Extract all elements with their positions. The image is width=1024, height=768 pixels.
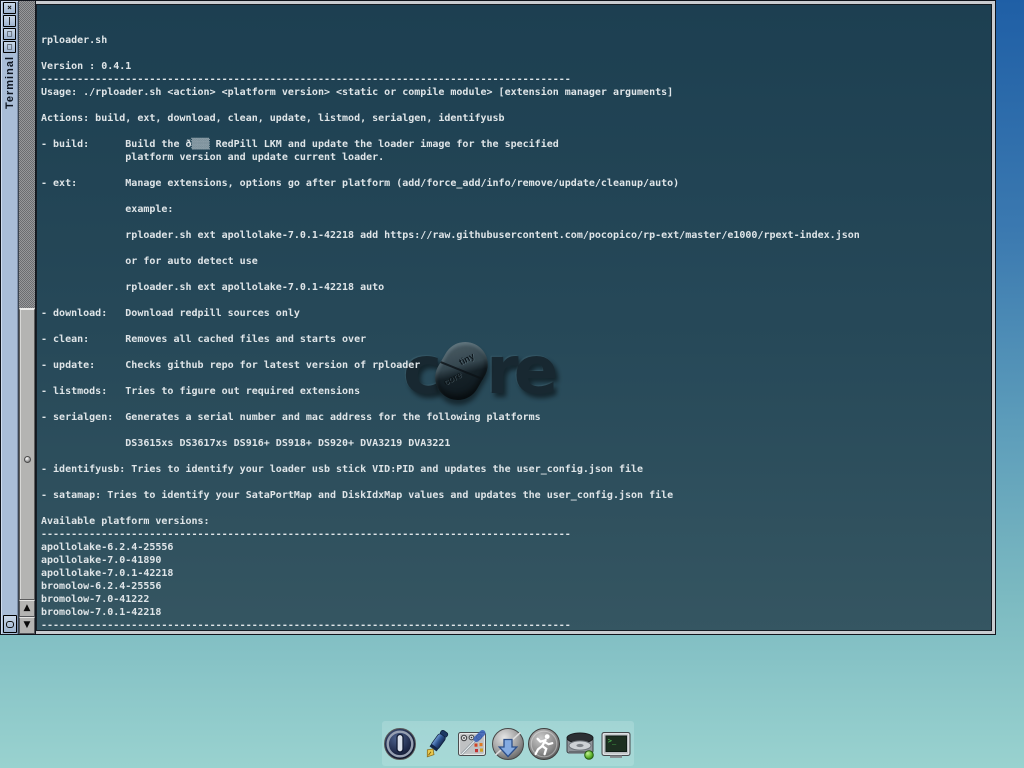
terminal-line xyxy=(41,294,991,307)
maximize-button[interactable]: □ xyxy=(3,28,16,40)
terminal-line: Actions: build, ext, download, clean, up… xyxy=(41,112,991,125)
terminal-line: Version : 0.4.1 xyxy=(41,60,991,73)
scrollbar-thumb[interactable] xyxy=(19,308,35,600)
scrollbar: ▲ ▼ xyxy=(19,1,36,634)
terminal-line: ----------------------------------------… xyxy=(41,528,991,541)
terminal-line: apollolake-7.0-41890 xyxy=(41,554,991,567)
mount-tool-icon xyxy=(563,727,597,761)
terminal-line: - ext: Manage extensions, options go aft… xyxy=(41,177,991,190)
terminal-line: example: xyxy=(41,203,991,216)
terminal-line xyxy=(41,242,991,255)
window-titlebar[interactable]: × | □ □ Terminal xyxy=(1,1,19,634)
terminal-lines: rploader.shVersion : 0.4.1--------------… xyxy=(41,34,991,631)
terminal-line: bromolow-7.0.1-42218 xyxy=(41,606,991,619)
terminal-output: rploader.shVersion : 0.4.1--------------… xyxy=(37,5,991,631)
terminal-line xyxy=(41,164,991,177)
terminal-line xyxy=(41,424,991,437)
terminal-line: rploader.sh ext apollolake-7.0.1-42218 a… xyxy=(41,281,991,294)
terminal-line: rploader.sh ext apollolake-7.0.1-42218 a… xyxy=(41,229,991,242)
terminal-line xyxy=(41,320,991,333)
svg-text:>_: >_ xyxy=(608,737,617,745)
terminal-line xyxy=(41,47,991,60)
terminal-line xyxy=(41,125,991,138)
dock-item-editor[interactable] xyxy=(419,724,454,764)
scroll-up-button[interactable]: ▲ xyxy=(19,600,35,617)
terminal-line: Available platform versions: xyxy=(41,515,991,528)
power-icon xyxy=(383,727,417,761)
terminal-line: ----------------------------------------… xyxy=(41,73,991,86)
terminal-line: apollolake-7.0.1-42218 xyxy=(41,567,991,580)
dock-item-terminal[interactable]: >_ xyxy=(599,724,634,764)
terminal-line xyxy=(41,190,991,203)
iconify-button[interactable]: □ xyxy=(3,41,16,53)
terminal-line: rploader.sh xyxy=(41,34,991,47)
terminal-line: apollolake-6.2.4-25556 xyxy=(41,541,991,554)
dock-item-apps[interactable] xyxy=(491,724,526,764)
scrollbar-trough[interactable] xyxy=(19,1,35,600)
terminal-line xyxy=(41,346,991,359)
shade-button[interactable]: | xyxy=(3,15,16,27)
apps-download-icon xyxy=(491,727,525,761)
terminal-line: Usage: ./rploader.sh <action> <platform … xyxy=(41,86,991,99)
dock-item-run[interactable] xyxy=(527,724,562,764)
terminal-line: bromolow-7.0-41222 xyxy=(41,593,991,606)
scroll-down-button[interactable]: ▼ xyxy=(19,617,35,634)
dock-bar: >_ xyxy=(382,721,634,766)
terminal-window: × | □ □ Terminal ▲ ▼ c xyxy=(0,0,996,635)
terminal-line: bromolow-6.2.4-25556 xyxy=(41,580,991,593)
scrollbar-knob-icon xyxy=(24,456,31,463)
terminal-line: - clean: Removes all cached files and st… xyxy=(41,333,991,346)
dock-item-control-panel[interactable] xyxy=(455,724,490,764)
window-title: Terminal xyxy=(4,56,16,109)
terminal-screen[interactable]: c tiny core re rploader.shVersion : 0.4.… xyxy=(36,4,992,631)
terminal-line: platform version and update current load… xyxy=(41,151,991,164)
terminal-icon: >_ xyxy=(599,727,633,761)
terminal-line: - build: Build the ð▒▒▒ RedPill LKM and … xyxy=(41,138,991,151)
terminal-line xyxy=(41,268,991,281)
terminal-frame: c tiny core re rploader.shVersion : 0.4.… xyxy=(36,1,995,634)
control-panel-icon xyxy=(455,727,489,761)
terminal-line: - download: Download redpill sources onl… xyxy=(41,307,991,320)
dock-item-mount-tool[interactable] xyxy=(563,724,598,764)
terminal-line xyxy=(41,372,991,385)
terminal-line: DS3615xs DS3617xs DS916+ DS918+ DS920+ D… xyxy=(41,437,991,450)
resize-corner-icon xyxy=(6,621,14,628)
close-button[interactable]: × xyxy=(3,2,16,14)
terminal-line xyxy=(41,502,991,515)
terminal-line xyxy=(41,476,991,489)
terminal-line: ----------------------------------------… xyxy=(41,619,991,631)
terminal-line xyxy=(41,450,991,463)
terminal-line xyxy=(41,398,991,411)
run-icon xyxy=(527,727,561,761)
resize-corner-button[interactable] xyxy=(3,615,17,633)
desktop-wallpaper: × | □ □ Terminal ▲ ▼ c xyxy=(0,0,1024,768)
terminal-line: - identifyusb: Tries to identify your lo… xyxy=(41,463,991,476)
terminal-line: - update: Checks github repo for latest … xyxy=(41,359,991,372)
dock-item-power[interactable] xyxy=(383,724,418,764)
terminal-line: - listmods: Tries to figure out required… xyxy=(41,385,991,398)
terminal-line: - serialgen: Generates a serial number a… xyxy=(41,411,991,424)
terminal-line: or for auto detect use xyxy=(41,255,991,268)
terminal-line: - satamap: Tries to identify your SataPo… xyxy=(41,489,991,502)
terminal-line xyxy=(41,99,991,112)
terminal-line xyxy=(41,216,991,229)
pen-editor-icon xyxy=(419,727,453,761)
